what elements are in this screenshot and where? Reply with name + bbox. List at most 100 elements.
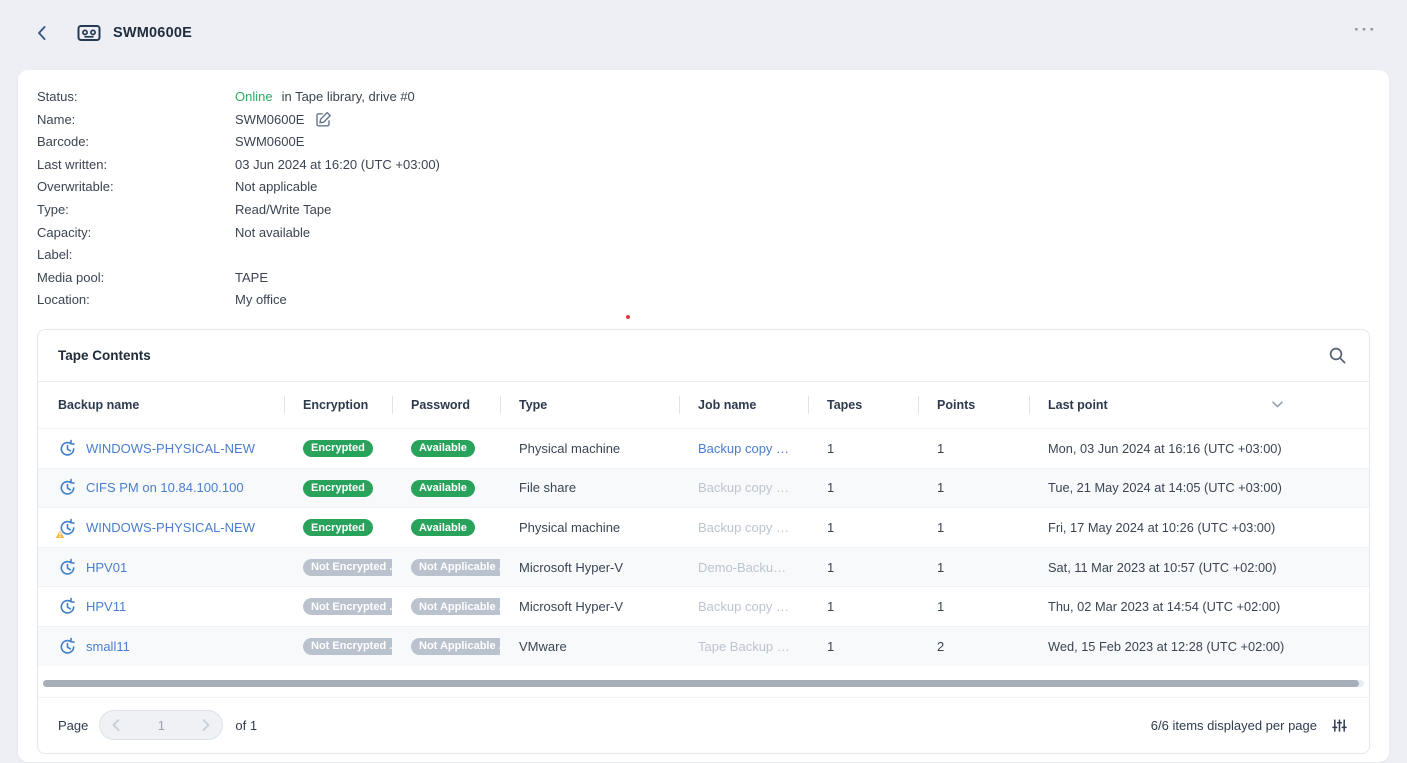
table-footer: Page of 1 6/6 items displayed per page [38, 697, 1369, 753]
backup-name-link[interactable]: HPV11 [86, 599, 126, 614]
column-header-encryption[interactable]: Encryption [284, 382, 392, 428]
detail-row-status: Status: Online in Tape library, drive #0 [37, 86, 1370, 109]
tape-contents-card: Tape Contents Backup name Encryption Pas… [37, 329, 1370, 754]
encryption-badge: Not Encrypted .. [303, 559, 392, 576]
rename-button[interactable] [315, 111, 332, 128]
last-point-cell: Mon, 03 Jun 2024 at 16:16 (UTC +03:00) [1029, 441, 1369, 456]
horizontal-scrollbar-thumb[interactable] [43, 680, 1359, 687]
backup-name-link[interactable]: small11 [86, 639, 130, 654]
sort-desc-icon[interactable] [1272, 401, 1283, 408]
page-number-input[interactable] [132, 711, 190, 739]
column-header-last-point[interactable]: Last point [1029, 382, 1369, 428]
table-body: WINDOWS-PHYSICAL-NEW Encrypted Available… [38, 428, 1369, 666]
search-button[interactable] [1326, 344, 1349, 367]
back-button[interactable] [32, 21, 51, 45]
warning-triangle-icon [54, 529, 66, 540]
table-row[interactable]: HPV01 Not Encrypted .. Not Applicable . … [38, 547, 1369, 587]
page-title: SWM0600E [113, 25, 192, 41]
column-header-points[interactable]: Points [918, 382, 1029, 428]
table-row[interactable]: HPV11 Not Encrypted .. Not Applicable . … [38, 586, 1369, 626]
type-cell: Physical machine [500, 441, 679, 456]
job-name-disabled: Backup copy … [679, 480, 808, 495]
tape-details-card: Status: Online in Tape library, drive #0… [18, 70, 1389, 762]
detail-row-media-pool: Media pool: TAPE [37, 267, 1370, 290]
password-badge: Not Applicable . [411, 638, 500, 655]
column-header-job-name[interactable]: Job name [679, 382, 808, 428]
tapes-cell: 1 [808, 560, 918, 575]
type-cell: Microsoft Hyper-V [500, 560, 679, 575]
last-written-value: 03 Jun 2024 at 16:20 (UTC +03:00) [235, 154, 440, 177]
table-row[interactable]: CIFS PM on 10.84.100.100 Encrypted Avail… [38, 468, 1369, 508]
detail-label: Type: [37, 199, 235, 222]
column-header-type[interactable]: Type [500, 382, 679, 428]
status-detail: in Tape library, drive #0 [282, 86, 415, 109]
chevron-left-icon [36, 25, 47, 41]
page-count-label: of 1 [235, 718, 257, 733]
detail-label: Last written: [37, 154, 235, 177]
previous-page-button[interactable] [100, 711, 132, 739]
table-header: Backup name Encryption Password Type Job… [38, 382, 1369, 428]
next-page-button[interactable] [190, 711, 222, 739]
sliders-icon [1332, 718, 1347, 733]
backup-name-link[interactable]: WINDOWS-PHYSICAL-NEW [86, 520, 255, 535]
backup-name-link[interactable]: CIFS PM on 10.84.100.100 [86, 480, 244, 495]
last-point-cell: Fri, 17 May 2024 at 10:26 (UTC +03:00) [1029, 520, 1369, 535]
detail-label: Overwritable: [37, 176, 235, 199]
job-name-disabled: Demo-Backu… [679, 560, 808, 575]
points-cell: 1 [918, 480, 1029, 495]
tapes-cell: 1 [808, 520, 918, 535]
type-cell: Physical machine [500, 520, 679, 535]
detail-label: Capacity: [37, 222, 235, 245]
chevron-left-icon [112, 719, 120, 731]
status-value: Online [235, 86, 273, 109]
column-header-backup-name[interactable]: Backup name [38, 382, 284, 428]
detail-label: Status: [37, 86, 235, 109]
password-badge: Available [411, 480, 475, 497]
page-label: Page [58, 718, 88, 733]
last-point-cell: Sat, 11 Mar 2023 at 10:57 (UTC +02:00) [1029, 560, 1369, 575]
points-cell: 1 [918, 441, 1029, 456]
edit-pencil-icon [315, 111, 332, 128]
job-name-disabled: Backup copy … [679, 520, 808, 535]
backup-name-link[interactable]: HPV01 [86, 560, 127, 575]
location-value: My office [235, 289, 287, 312]
restore-point-warning-icon [58, 518, 77, 537]
more-menu-button[interactable]: ··· [1350, 19, 1381, 47]
table-row[interactable]: small11 Not Encrypted .. Not Applicable … [38, 626, 1369, 666]
password-badge: Available [411, 440, 475, 457]
column-header-password[interactable]: Password [392, 382, 500, 428]
points-cell: 1 [918, 599, 1029, 614]
capacity-value: Not available [235, 222, 310, 245]
detail-row-overwritable: Overwritable: Not applicable [37, 176, 1370, 199]
type-value: Read/Write Tape [235, 199, 331, 222]
tape-icon [77, 23, 101, 43]
job-name-disabled: Backup copy … [679, 599, 808, 614]
last-point-cell: Tue, 21 May 2024 at 14:05 (UTC +03:00) [1029, 480, 1369, 495]
backup-name-link[interactable]: WINDOWS-PHYSICAL-NEW [86, 441, 255, 456]
job-name-link[interactable]: Backup copy … [679, 441, 808, 456]
horizontal-scrollbar[interactable] [43, 680, 1364, 687]
password-badge: Not Applicable . [411, 598, 500, 615]
detail-label: Barcode: [37, 131, 235, 154]
tape-contents-header: Tape Contents [38, 330, 1369, 382]
last-point-cell: Wed, 15 Feb 2023 at 12:28 (UTC +02:00) [1029, 639, 1369, 654]
tape-contents-title: Tape Contents [58, 348, 151, 363]
tapes-cell: 1 [808, 441, 918, 456]
detail-row-barcode: Barcode: SWM0600E [37, 131, 1370, 154]
table-row[interactable]: WINDOWS-PHYSICAL-NEW Encrypted Available… [38, 428, 1369, 468]
media-pool-value: TAPE [235, 267, 268, 290]
restore-point-icon [58, 478, 77, 497]
detail-row-name: Name: SWM0600E [37, 109, 1370, 132]
table-row[interactable]: WINDOWS-PHYSICAL-NEW Encrypted Available… [38, 507, 1369, 547]
restore-point-icon [58, 558, 77, 577]
encryption-badge: Not Encrypted .. [303, 638, 392, 655]
points-cell: 1 [918, 520, 1029, 535]
items-per-page-label: 6/6 items displayed per page [1151, 718, 1317, 733]
password-badge: Available [411, 519, 475, 536]
top-bar: SWM0600E ··· [0, 0, 1407, 70]
tapes-cell: 1 [808, 599, 918, 614]
points-cell: 2 [918, 639, 1029, 654]
chevron-right-icon [202, 719, 210, 731]
column-header-tapes[interactable]: Tapes [808, 382, 918, 428]
items-per-page-settings-button[interactable] [1330, 716, 1349, 735]
